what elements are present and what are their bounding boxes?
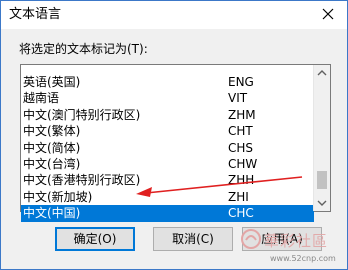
scroll-up-button[interactable] [314, 65, 330, 82]
language-name: 中文(台湾) [23, 156, 81, 171]
list-item[interactable]: 中文(澳门特别行政区) ZHM [21, 107, 314, 123]
title-bar: 文本语言 [1, 1, 347, 29]
list-label: 将选定的文本标记为(T): [19, 42, 148, 56]
language-name: 越南语 [23, 91, 60, 106]
vertical-scrollbar[interactable] [313, 65, 330, 211]
language-name: 中文(香港特别行政区) [23, 173, 141, 188]
chevron-down-icon [317, 200, 327, 206]
list-item[interactable]: 中文(新加坡) ZHI [21, 189, 314, 205]
ok-button[interactable]: 确定(O) [55, 227, 135, 251]
language-name: 英语(英国) [23, 75, 81, 89]
scroll-down-button[interactable] [314, 194, 330, 211]
list-item[interactable]: 英语(英国) ENG [21, 74, 314, 90]
language-code: CHC [228, 206, 254, 221]
language-name: 中文(新加坡) [23, 189, 93, 204]
list-item-partial[interactable] [21, 66, 314, 74]
list-item-selected[interactable]: 中文(中国) CHC [21, 205, 314, 222]
language-code: ZHI [228, 189, 249, 204]
list-item[interactable]: 中文(台湾) CHW [21, 156, 314, 172]
language-code: CHT [228, 124, 253, 139]
close-button[interactable] [317, 3, 339, 25]
chevron-up-icon [317, 70, 327, 76]
language-code: ENG [228, 75, 254, 89]
language-code: ZHM [228, 107, 256, 122]
language-code: CHW [228, 156, 258, 171]
language-code: CHS [228, 140, 254, 155]
language-code: VIT [228, 91, 248, 106]
text-language-dialog: 文本语言 将选定的文本标记为(T): 英语(英国) ENG 越南语 VIT 中文… [0, 0, 348, 270]
language-name: 中文(繁体) [23, 124, 81, 139]
language-name: 中文(中国) [23, 206, 81, 221]
dialog-title: 文本语言 [9, 7, 62, 22]
list-item[interactable]: 中文(繁体) CHT [21, 123, 314, 139]
list-item[interactable]: 中文(香港特别行政区) ZHH [21, 172, 314, 188]
list-item[interactable]: 越南语 VIT [21, 90, 314, 106]
cancel-button[interactable]: 取消(C) [153, 227, 233, 251]
apply-button[interactable]: 应用(A) [242, 227, 322, 251]
language-name: 中文(简体) [23, 140, 81, 155]
close-icon [322, 8, 334, 20]
language-list: 英语(英国) ENG 越南语 VIT 中文(澳门特别行政区) ZHM 中文(繁体… [21, 66, 314, 222]
list-item[interactable]: 中文(简体) CHS [21, 140, 314, 156]
language-listbox[interactable]: 英语(英国) ENG 越南语 VIT 中文(澳门特别行政区) ZHM 中文(繁体… [20, 64, 331, 222]
language-code: ZHH [228, 173, 255, 188]
language-name: 中文(澳门特别行政区) [23, 107, 141, 122]
scrollbar-thumb[interactable] [317, 171, 327, 189]
